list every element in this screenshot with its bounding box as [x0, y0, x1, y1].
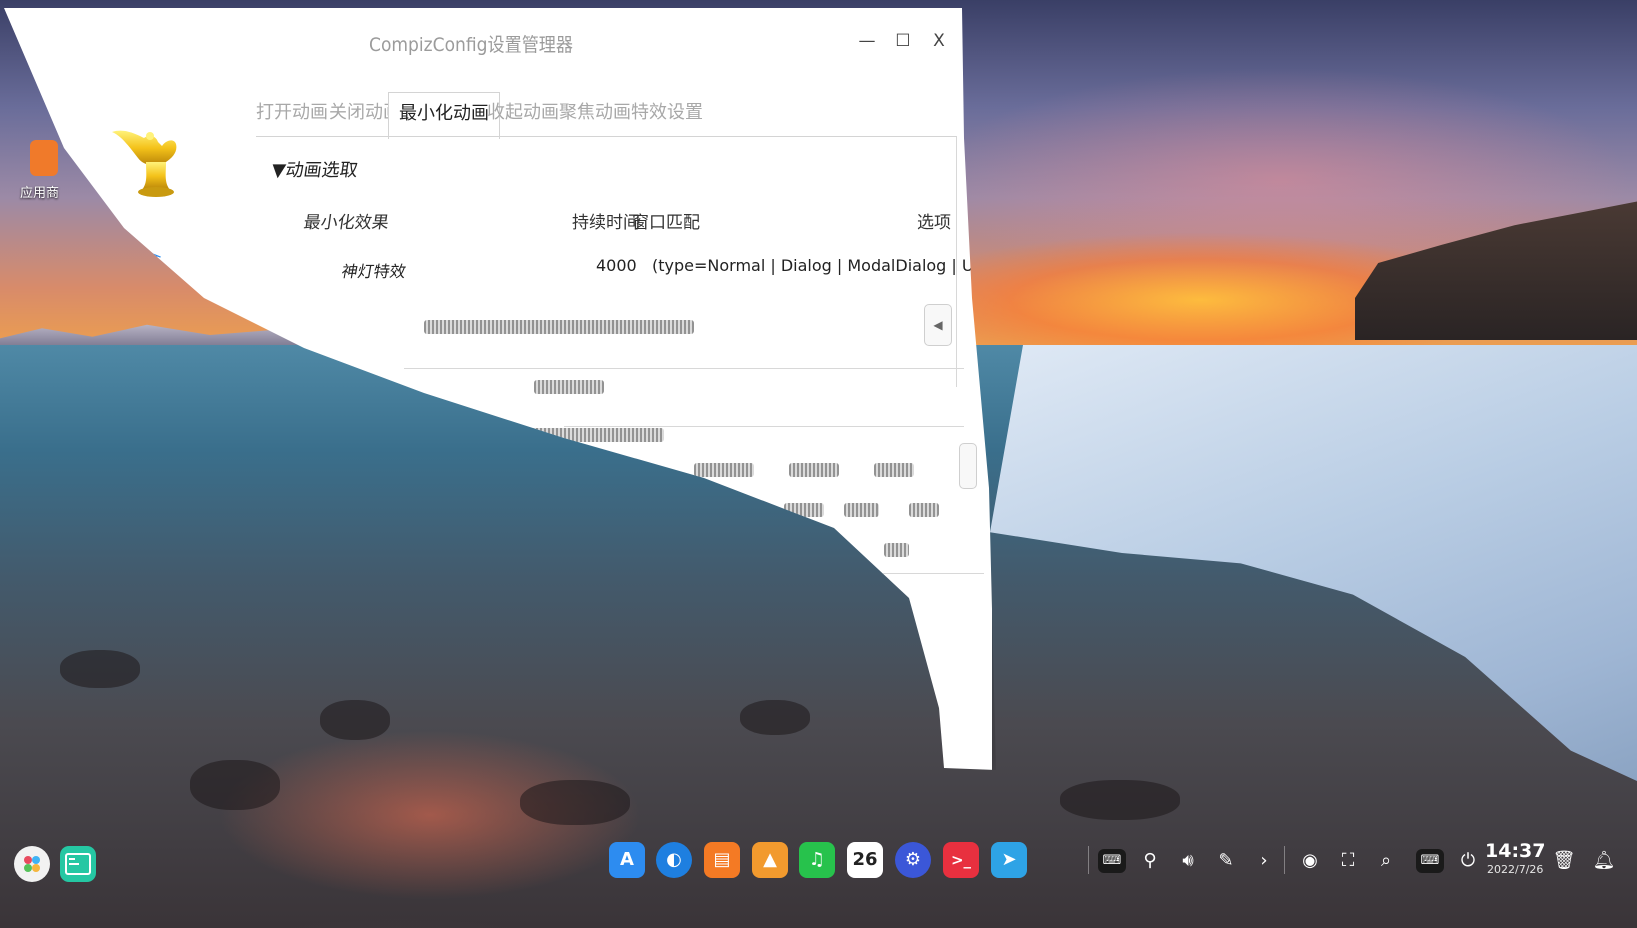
distorted-content — [909, 503, 939, 517]
maximize-button[interactable]: ☐ — [888, 26, 918, 56]
taskbar-photos[interactable]: ▲ — [752, 842, 788, 878]
tab-minimize-animation[interactable]: 最小化动画 — [388, 92, 500, 139]
taskbar-browser[interactable]: ◐ — [656, 842, 692, 878]
close-button[interactable]: X — [924, 26, 954, 56]
keyboard-layout-icon[interactable]: ⌨ — [1098, 849, 1126, 873]
usb-icon[interactable]: ⚲ — [1134, 845, 1166, 877]
taskbar: A ◐ ▤ ▲ ♫ 26 ⚙ >_ ➤ ⌨ ⚲ 🔊︎ ✎ › ◉ ⛶ ⌕ ⌨ ⏻… — [0, 838, 1637, 894]
screenshot-icon[interactable]: ⛶ — [1332, 845, 1364, 877]
clock-date[interactable]: 2022/7/26 — [1487, 863, 1543, 876]
taskbar-terminal[interactable]: >_ — [943, 842, 979, 878]
tab-focus-animation[interactable]: 聚焦动画 — [559, 92, 631, 134]
scroll-handle[interactable] — [959, 443, 977, 489]
column-header-options[interactable]: 选项 — [917, 208, 951, 233]
pen-icon[interactable]: ✎ — [1210, 845, 1242, 877]
calendar-icon: 26 — [852, 849, 878, 870]
desktop-icon-label: 应用商 — [20, 186, 60, 201]
row-effect-cell[interactable]: 神灯特效 — [340, 258, 408, 282]
app-store-icon — [30, 140, 58, 176]
distorted-button-row — [424, 320, 694, 334]
pointer-app-icon: ➤ — [1001, 849, 1017, 870]
browser-icon: ◐ — [666, 849, 682, 870]
shop-icon: ▤ — [713, 849, 731, 870]
column-header-effect[interactable]: 最小化效果 — [302, 208, 391, 233]
distorted-content — [534, 380, 604, 394]
column-header-match[interactable]: 窗口匹配 — [632, 208, 700, 233]
taskbar-app-store[interactable]: A — [609, 842, 645, 878]
taskbar-pointer-app[interactable]: ➤ — [991, 842, 1027, 878]
wallpaper-stone — [740, 700, 810, 735]
window-title: CompizConfig设置管理器 — [369, 34, 574, 56]
taskbar-calendar[interactable]: 26 — [847, 842, 883, 878]
tab-effect-settings[interactable]: 特效设置 — [631, 92, 703, 134]
photos-icon: ▲ — [763, 849, 777, 870]
taskbar-shop[interactable]: ▤ — [704, 842, 740, 878]
minimize-button[interactable]: — — [852, 26, 882, 56]
power-icon[interactable]: ⏻ — [1452, 845, 1484, 877]
multitask-view-icon — [65, 853, 91, 875]
terminal-icon: >_ — [950, 851, 972, 869]
distorted-content — [844, 503, 879, 517]
wallpaper-stone — [1060, 780, 1180, 820]
settings-icon: ⚙ — [904, 849, 922, 870]
genie-lamp-icon — [108, 118, 194, 204]
volume-icon[interactable]: 🔊︎ — [1172, 845, 1204, 877]
taskbar-divider — [1088, 846, 1089, 874]
wallpaper-stone — [190, 760, 280, 810]
taskbar-music[interactable]: ♫ — [799, 842, 835, 878]
taskbar-control-center[interactable]: ⚙ — [895, 842, 931, 878]
chevron-right-icon[interactable]: › — [1248, 845, 1280, 877]
column-header-duration[interactable]: 持续时间 — [572, 208, 640, 233]
onscreen-keyboard-icon[interactable]: ⌨ — [1416, 849, 1444, 873]
distorted-content — [884, 543, 909, 557]
trash-icon[interactable]: 🗑︎ — [1548, 845, 1580, 877]
search-icon[interactable]: ⌕ — [1370, 845, 1402, 877]
row-duration-cell[interactable]: 4000 — [596, 256, 637, 275]
distorted-content — [789, 463, 839, 477]
panel-divider — [404, 368, 964, 369]
app-store-icon: A — [620, 849, 634, 870]
launcher-button[interactable] — [14, 846, 50, 882]
distorted-content — [694, 463, 754, 477]
system-monitor-icon[interactable]: ◉ — [1294, 845, 1326, 877]
row-action-button[interactable]: ◀ — [924, 304, 952, 346]
group-header-animation-selection[interactable]: ▼动画选取 — [270, 156, 359, 182]
wallpaper-stone — [520, 780, 630, 825]
tab-shade-animation[interactable]: 收起动画 — [487, 92, 559, 134]
multitask-view-button[interactable] — [60, 846, 96, 882]
music-icon: ♫ — [808, 849, 826, 870]
distorted-content — [874, 463, 914, 477]
window-titlebar[interactable]: CompizConfig设置管理器 — ☐ X — [4, 8, 962, 66]
notification-bell-icon[interactable]: 🔔︎ — [1588, 845, 1620, 877]
tab-open-animation[interactable]: 打开动画 — [256, 92, 328, 134]
taskbar-divider — [1284, 846, 1285, 874]
launcher-icon — [24, 856, 40, 872]
clock-time[interactable]: 14:37 — [1485, 840, 1545, 862]
panel-divider — [564, 426, 964, 427]
wallpaper-stone — [60, 650, 140, 688]
wallpaper-stone — [320, 700, 390, 740]
